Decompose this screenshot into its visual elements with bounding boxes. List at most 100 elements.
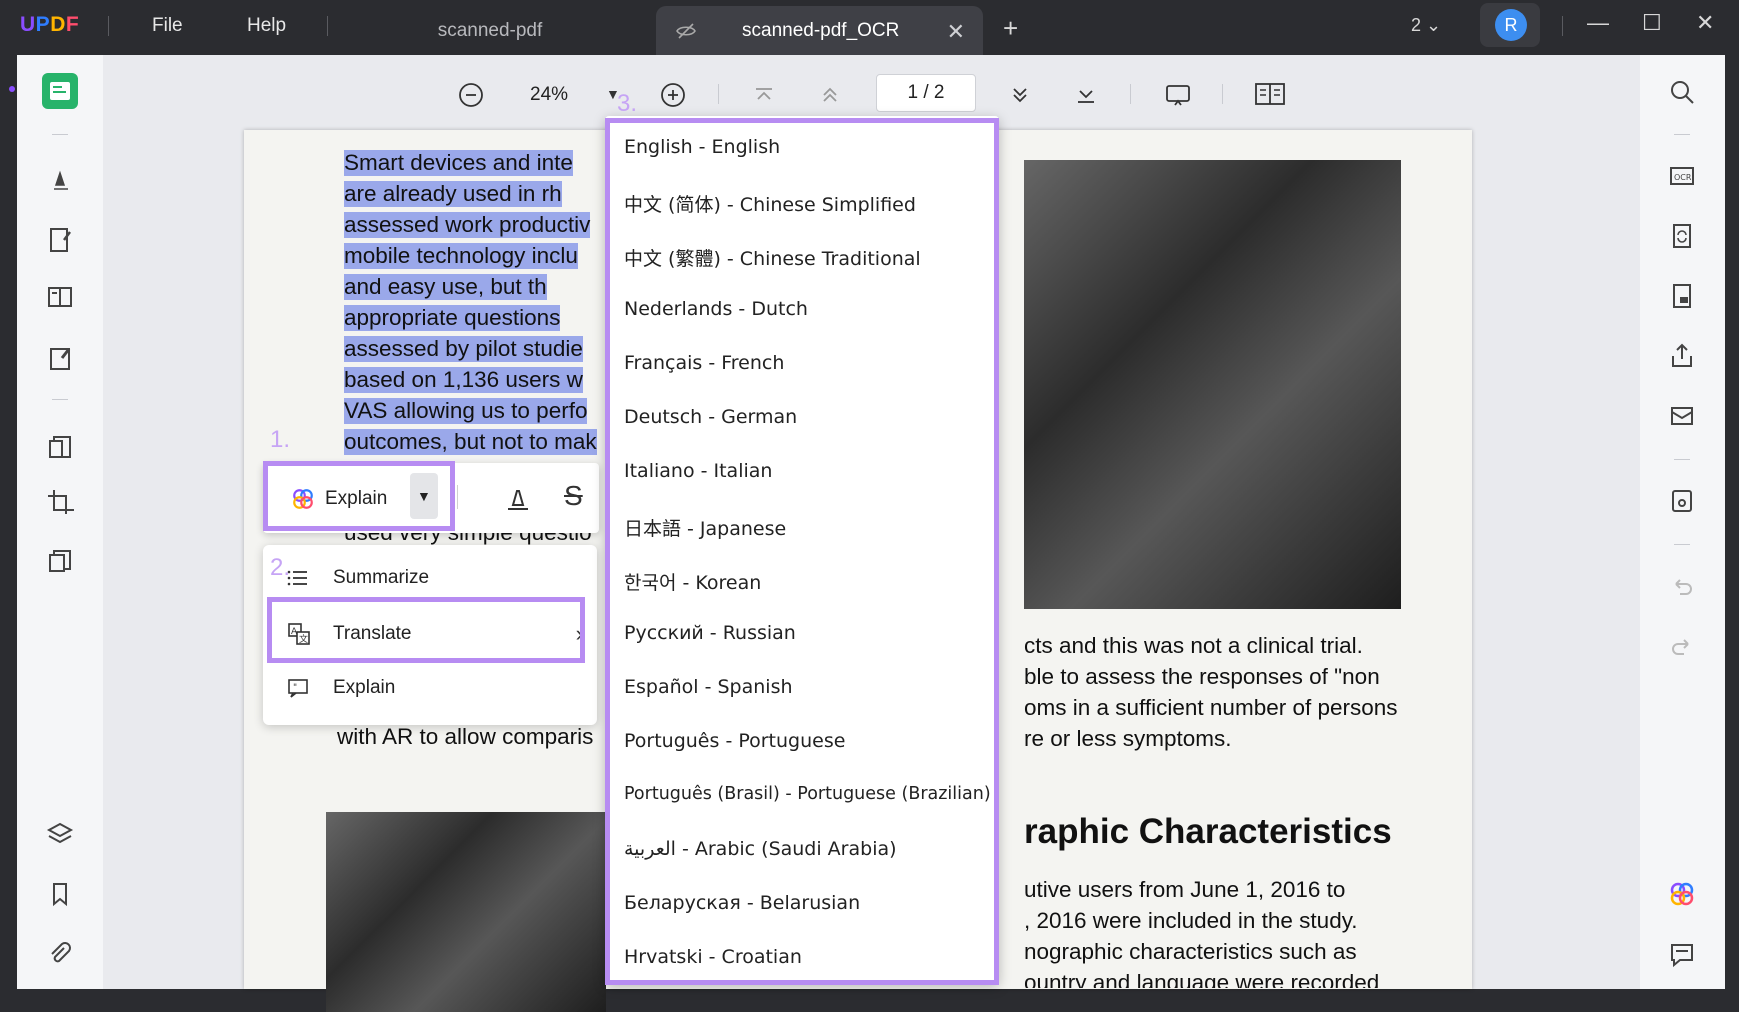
text-line[interactable]: oms in a sufficient number of persons — [1024, 695, 1398, 721]
text-line[interactable]: re or less symptoms. — [1024, 726, 1232, 752]
step-1-highlight-box — [263, 461, 455, 531]
avatar[interactable]: R — [1495, 9, 1527, 41]
form-icon[interactable] — [42, 279, 78, 315]
text-line[interactable]: with AR to allow comparis — [337, 724, 593, 750]
language-option-japanese[interactable]: 日本語 - Japanese — [624, 514, 786, 541]
menu-file[interactable]: File — [152, 15, 183, 37]
divider — [457, 485, 458, 509]
crop-icon[interactable] — [42, 484, 78, 520]
tab-label: scanned-pdf — [437, 19, 543, 41]
language-option-chinese-simplified[interactable]: 中文 (简体) - Chinese Simplified — [624, 190, 916, 217]
edit-pdf-icon[interactable] — [42, 222, 78, 258]
divider — [1222, 84, 1223, 104]
compress-icon[interactable] — [42, 543, 78, 579]
selected-text-line[interactable]: appropriate questions — [344, 305, 561, 331]
text-line[interactable]: ble to assess the responses of "non — [1024, 664, 1380, 690]
previous-page-icon[interactable] — [818, 83, 842, 112]
language-option-portuguese-brazilian[interactable]: Português (Brasil) - Portuguese (Brazili… — [624, 784, 991, 804]
strikethrough-icon[interactable]: S — [564, 480, 583, 512]
selected-text-line[interactable]: and easy use, but th — [344, 274, 547, 300]
convert-icon[interactable] — [1666, 220, 1698, 252]
next-page-icon[interactable] — [1008, 83, 1032, 112]
document-photo — [1024, 160, 1401, 609]
menu-item-explain[interactable]: " Explain — [263, 665, 597, 711]
indicator-dot — [9, 86, 15, 92]
comment-list-icon[interactable] — [1666, 938, 1698, 970]
text-line[interactable]: ountry and language were recorded — [1024, 970, 1379, 988]
window-count-dropdown[interactable]: 2 ⌄ — [1411, 15, 1441, 36]
maximize-button[interactable]: ☐ — [1642, 10, 1662, 36]
selected-text-line[interactable]: VAS allowing us to perfo — [344, 398, 588, 424]
language-option-russian[interactable]: Русский - Russian — [624, 622, 796, 644]
comment-highlighter-icon[interactable] — [42, 161, 78, 197]
text-line[interactable]: , 2016 were included in the study. — [1024, 908, 1358, 934]
page-display-icon[interactable] — [1254, 80, 1286, 113]
selected-text-line[interactable]: mobile technology inclu — [344, 243, 578, 269]
language-option-korean[interactable]: 한국어 - Korean — [624, 568, 761, 595]
language-option-portuguese[interactable]: Português - Portuguese — [624, 730, 845, 752]
organize-pages-icon[interactable] — [42, 428, 78, 464]
selected-text-line[interactable]: outcomes, but not to mak — [344, 429, 597, 455]
language-option-chinese-traditional[interactable]: 中文 (繁體) - Chinese Traditional — [624, 244, 921, 271]
reader-icon[interactable] — [42, 73, 78, 109]
attachment-icon[interactable] — [42, 936, 78, 972]
tab-scanned-pdf[interactable]: scanned-pdf — [330, 6, 650, 55]
protect-icon[interactable] — [1666, 280, 1698, 312]
language-option-arabic[interactable]: العربية - Arabic (Saudi Arabia) — [624, 838, 897, 860]
mail-icon[interactable] — [1666, 400, 1698, 432]
zoom-level[interactable]: 24% — [530, 84, 568, 106]
section-heading[interactable]: raphic Characteristics — [1024, 812, 1392, 852]
new-tab-button[interactable]: + — [1003, 13, 1018, 44]
presentation-icon[interactable] — [1164, 81, 1192, 114]
share-icon[interactable] — [1666, 340, 1698, 372]
minimize-button[interactable]: — — [1587, 10, 1609, 36]
ocr-icon[interactable]: OCR — [1666, 160, 1698, 192]
step-2-label: 2. — [270, 554, 291, 581]
zoom-in-icon[interactable] — [660, 82, 686, 113]
selected-text-line[interactable]: assessed work productiv — [344, 212, 591, 238]
language-option-belarusian[interactable]: Беларуская - Belarusian — [624, 892, 860, 914]
redo-icon[interactable] — [1666, 632, 1698, 664]
tab-label: scanned-pdf_OCR — [742, 19, 900, 41]
save-icon[interactable] — [1666, 485, 1698, 517]
search-icon[interactable] — [1666, 76, 1698, 108]
language-option-french[interactable]: Français - French — [624, 352, 784, 374]
step-3-label: 3. — [617, 90, 638, 117]
language-option-spanish[interactable]: Español - Spanish — [624, 676, 793, 698]
first-page-icon[interactable] — [752, 83, 776, 112]
last-page-icon[interactable] — [1074, 83, 1098, 112]
layers-icon[interactable] — [42, 816, 78, 852]
undo-icon[interactable] — [1666, 572, 1698, 604]
menu-help[interactable]: Help — [247, 15, 286, 37]
explain-icon: " — [287, 677, 315, 699]
divider — [1562, 16, 1563, 36]
selected-text-line[interactable]: assessed by pilot studie — [344, 336, 583, 362]
close-window-button[interactable]: ✕ — [1696, 10, 1714, 36]
language-option-english[interactable]: English - English — [624, 136, 780, 158]
text-line[interactable]: cts and this was not a clinical trial. — [1024, 633, 1363, 659]
divider — [1674, 544, 1690, 545]
menu-item-label: Explain — [333, 677, 396, 698]
language-option-dutch[interactable]: Nederlands - Dutch — [624, 298, 808, 320]
right-toolbar — [1640, 55, 1725, 989]
selected-text-line[interactable]: are already used in rh — [344, 181, 562, 207]
page-number-field[interactable]: 1 / 2 — [876, 74, 976, 112]
language-option-croatian[interactable]: Hrvatski - Croatian — [624, 946, 802, 968]
menu-item-summarize[interactable]: Summarize — [263, 555, 597, 601]
tab-scanned-pdf-ocr[interactable]: scanned-pdf_OCR ✕ — [656, 6, 983, 55]
divider — [327, 16, 328, 36]
selected-text-line[interactable]: based on 1,136 users w — [344, 367, 583, 393]
text-line[interactable]: utive users from June 1, 2016 to — [1024, 877, 1345, 903]
language-option-italian[interactable]: Italiano - Italian — [624, 460, 772, 482]
zoom-out-icon[interactable] — [458, 82, 484, 113]
fill-sign-icon[interactable] — [42, 340, 78, 376]
language-option-german[interactable]: Deutsch - German — [624, 406, 797, 428]
selected-text-line[interactable]: Smart devices and inte — [344, 150, 573, 176]
step-2-highlight-box — [267, 597, 585, 663]
text-line[interactable]: nographic characteristics such as — [1024, 939, 1357, 965]
bookmark-icon[interactable] — [42, 876, 78, 912]
highlight-icon[interactable] — [505, 483, 531, 518]
close-tab-icon[interactable]: ✕ — [947, 19, 965, 45]
hidden-eye-icon[interactable] — [674, 19, 698, 49]
updf-ai-icon[interactable] — [1666, 878, 1698, 910]
